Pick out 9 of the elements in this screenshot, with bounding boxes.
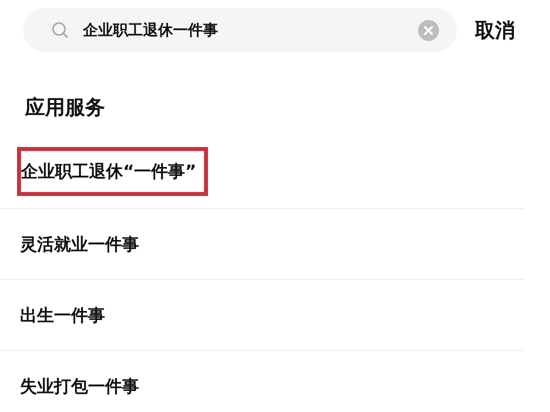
service-item[interactable]: 出生一件事 [20,304,105,326]
service-item[interactable]: 失业打包一件事 [20,375,139,398]
search-field[interactable]: 企业职工退休一件事 [23,8,457,52]
cancel-button[interactable]: 取消 [475,16,515,44]
clear-icon[interactable] [418,20,439,40]
service-item[interactable]: 企业职工退休“一件事” [17,147,208,196]
search-icon [51,21,69,39]
service-item[interactable]: 灵活就业一件事 [20,232,139,256]
section-title: 应用服务 [25,94,105,121]
